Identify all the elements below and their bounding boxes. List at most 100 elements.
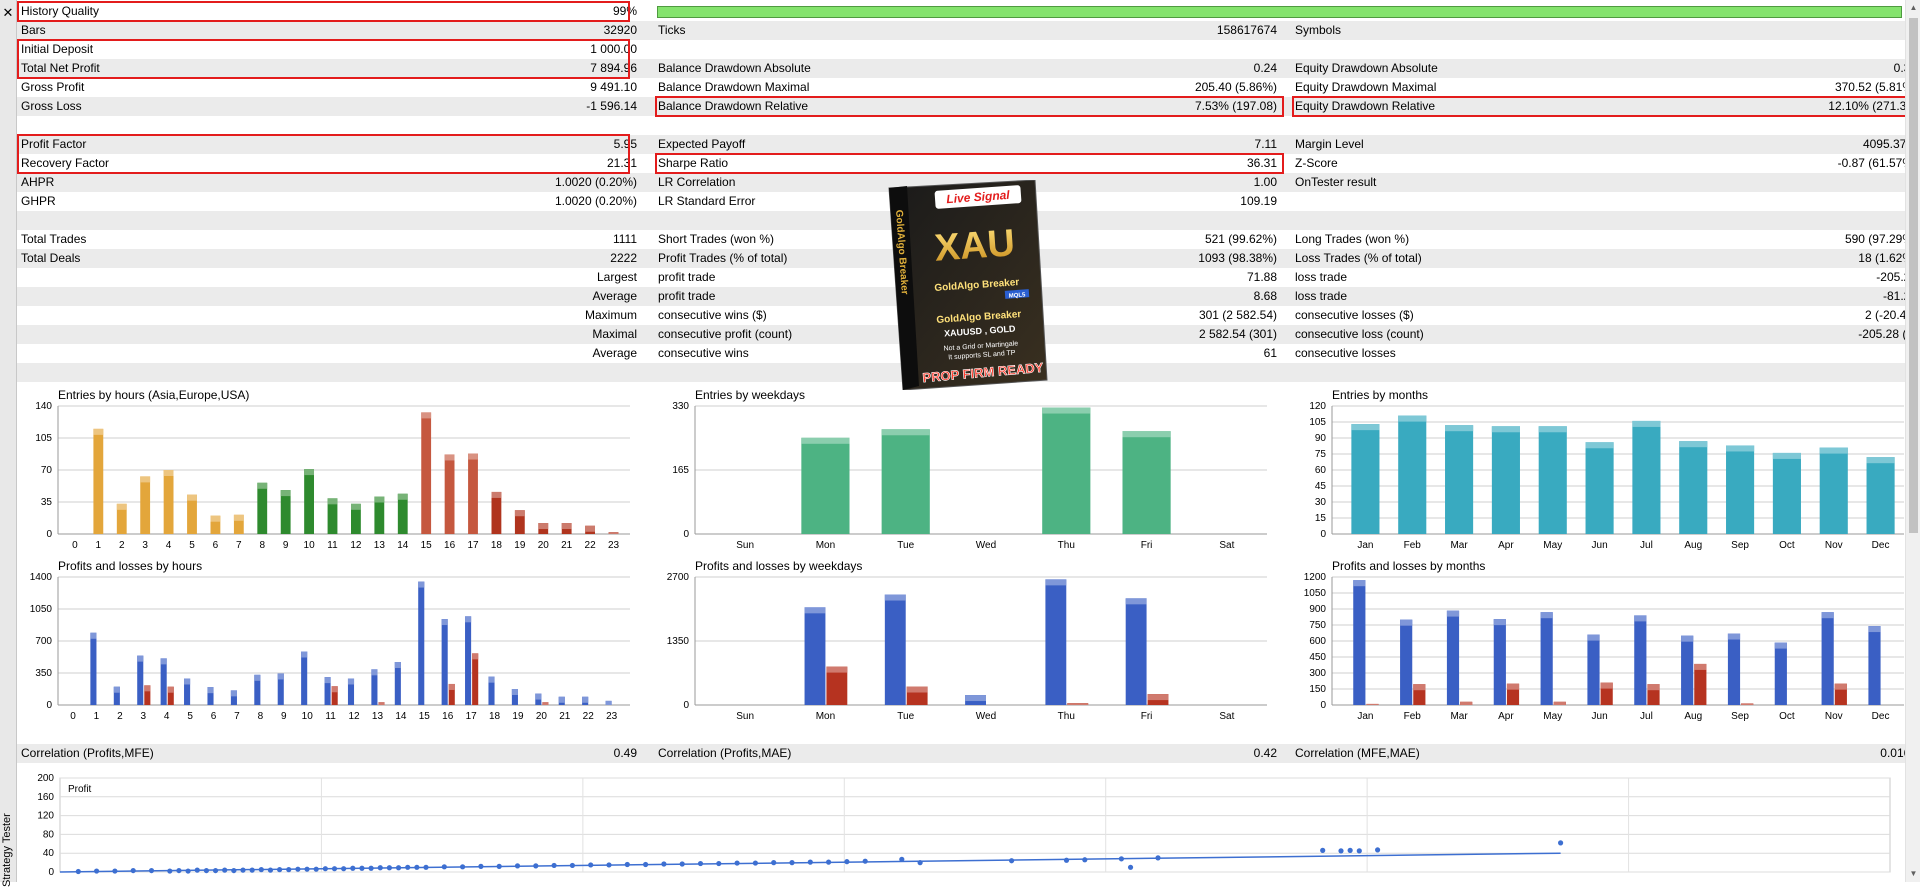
profit-bar-15: [418, 581, 425, 705]
close-icon[interactable]: ✕: [2, 6, 14, 20]
scrollbar-thumb[interactable]: [1909, 18, 1918, 533]
corr-profits-mfe-label: Correlation (Profits,MFE): [21, 746, 154, 760]
balance-dd-max-value: 205.40 (5.86%): [1194, 80, 1277, 94]
bar-highlight: [538, 523, 549, 530]
largest-loss-value: -205.28: [1876, 270, 1905, 284]
corr-mfe-mae-value: 0.0164: [1880, 746, 1905, 760]
scatter-point: [295, 866, 301, 872]
x-tick-label: Sat: [1219, 711, 1234, 722]
average-label: Average: [592, 289, 637, 303]
lr-std-error-label: LR Standard Error: [658, 194, 756, 208]
scatter-point: [148, 867, 155, 874]
row-recovery-factor: Recovery Factor 21.31 Sharpe Ratio 36.31…: [17, 154, 1905, 173]
scatter-point: [222, 867, 228, 873]
x-tick-label: 4: [164, 711, 170, 722]
y-tick-label: 300: [1309, 668, 1326, 679]
plot-area: [59, 777, 1891, 873]
x-tick-label: May: [1543, 711, 1562, 722]
y-tick-label: 1400: [30, 572, 53, 583]
scatter-point: [94, 868, 100, 874]
scatter-point: [1347, 847, 1353, 853]
bar-Thu: [1042, 407, 1091, 534]
bars-label: Bars: [21, 23, 46, 37]
y-tick-label: 600: [1309, 636, 1326, 647]
bar-highlight: [1587, 634, 1600, 641]
corr-profits-mae-value: 0.42: [1253, 746, 1277, 760]
profit-bar-Thu: [1045, 579, 1067, 705]
bar-highlight: [1821, 612, 1834, 619]
balance-dd-rel-value: 7.53% (197.08): [1194, 99, 1277, 113]
scatter-point: [277, 867, 283, 873]
bar-highlight: [1632, 420, 1661, 427]
profit-bar-Jul: [1634, 615, 1647, 705]
scatter-point: [258, 867, 264, 873]
bar-highlight: [137, 655, 144, 662]
bar-highlight: [1506, 683, 1520, 690]
scatter-point: [341, 866, 347, 872]
bar-10: [304, 469, 315, 534]
bar-highlight: [1819, 447, 1848, 454]
equity-dd-max-value: 370.52 (5.81%): [1834, 80, 1905, 94]
profit-bar-Fri: [1125, 598, 1147, 705]
profit-bar-Feb: [1400, 619, 1413, 705]
bar-highlight: [1741, 703, 1754, 705]
y-tick-label: 105: [35, 433, 52, 444]
gross-loss-value: -1 596.14: [586, 99, 637, 113]
side-label: Strategy Tester: [1, 813, 13, 887]
recovery-factor-label: Recovery Factor: [21, 156, 110, 170]
scatter-point: [643, 861, 649, 868]
scatter-point: [176, 867, 182, 874]
bar-highlight: [1681, 635, 1694, 642]
bar-highlight: [1446, 610, 1460, 617]
bar-highlight: [327, 498, 338, 505]
ghpr-value: 1.0020 (0.20%): [554, 194, 637, 208]
bar-15: [421, 412, 432, 534]
x-tick-label: 13: [372, 711, 384, 722]
total-trades-value: 1111: [612, 232, 637, 246]
bar-highlight: [304, 469, 315, 476]
history-quality-label: History Quality: [21, 4, 100, 18]
scroll-up-arrow-icon[interactable]: ▲: [1906, 0, 1920, 16]
x-tick-label: 8: [258, 711, 264, 722]
y-tick-label: 0: [48, 867, 54, 878]
x-tick-label: Thu: [1058, 711, 1075, 722]
bar-highlight: [1679, 441, 1708, 448]
bar-highlight: [378, 702, 385, 705]
bar-highlight: [804, 607, 826, 614]
scatter-point: [414, 864, 420, 870]
x-tick-label: 7: [236, 540, 242, 551]
x-tick-label: Jun: [1592, 540, 1608, 551]
x-tick-label: 15: [419, 711, 431, 722]
scatter-point: [1127, 864, 1134, 870]
scatter-point: [899, 856, 905, 862]
x-tick-label: 16: [442, 711, 454, 722]
margin-level-label: Margin Level: [1295, 137, 1364, 151]
scatter-point: [478, 863, 484, 869]
scatter-point: [313, 866, 319, 872]
y-tick-label: 0: [46, 700, 52, 711]
y-tick-label: 330: [672, 401, 689, 412]
loss-bar-17: [472, 653, 479, 705]
corr-mfe-mae-label: Correlation (MFE,MAE): [1295, 746, 1420, 760]
profit-bar-17: [465, 616, 472, 705]
x-tick-label: 9: [283, 540, 289, 551]
bar-highlight: [906, 686, 928, 693]
scatter-point: [771, 860, 777, 866]
strategy-tester-report: ✕ Strategy Tester History Quality 99% Ba…: [0, 0, 1920, 887]
x-tick-label: 14: [397, 540, 409, 551]
y-tick-label: 0: [1320, 529, 1326, 540]
bar-highlight: [608, 532, 619, 534]
vertical-scrollbar[interactable]: ▲ ▼: [1905, 0, 1920, 882]
balance-dd-rel-label: Balance Drawdown Relative: [658, 99, 809, 113]
x-tick-label: 6: [213, 540, 219, 551]
x-tick-label: Tue: [897, 540, 914, 551]
scatter-point: [386, 865, 392, 871]
bar-highlight: [585, 525, 596, 532]
y-tick-label: 140: [35, 401, 52, 412]
gross-profit-label: Gross Profit: [21, 80, 85, 94]
bar-highlight: [558, 696, 565, 703]
y-tick-label: 1050: [30, 604, 53, 615]
scroll-down-arrow-icon[interactable]: ▼: [1906, 866, 1920, 882]
bar-Aug: [1679, 441, 1708, 534]
scatter-point: [679, 861, 685, 867]
